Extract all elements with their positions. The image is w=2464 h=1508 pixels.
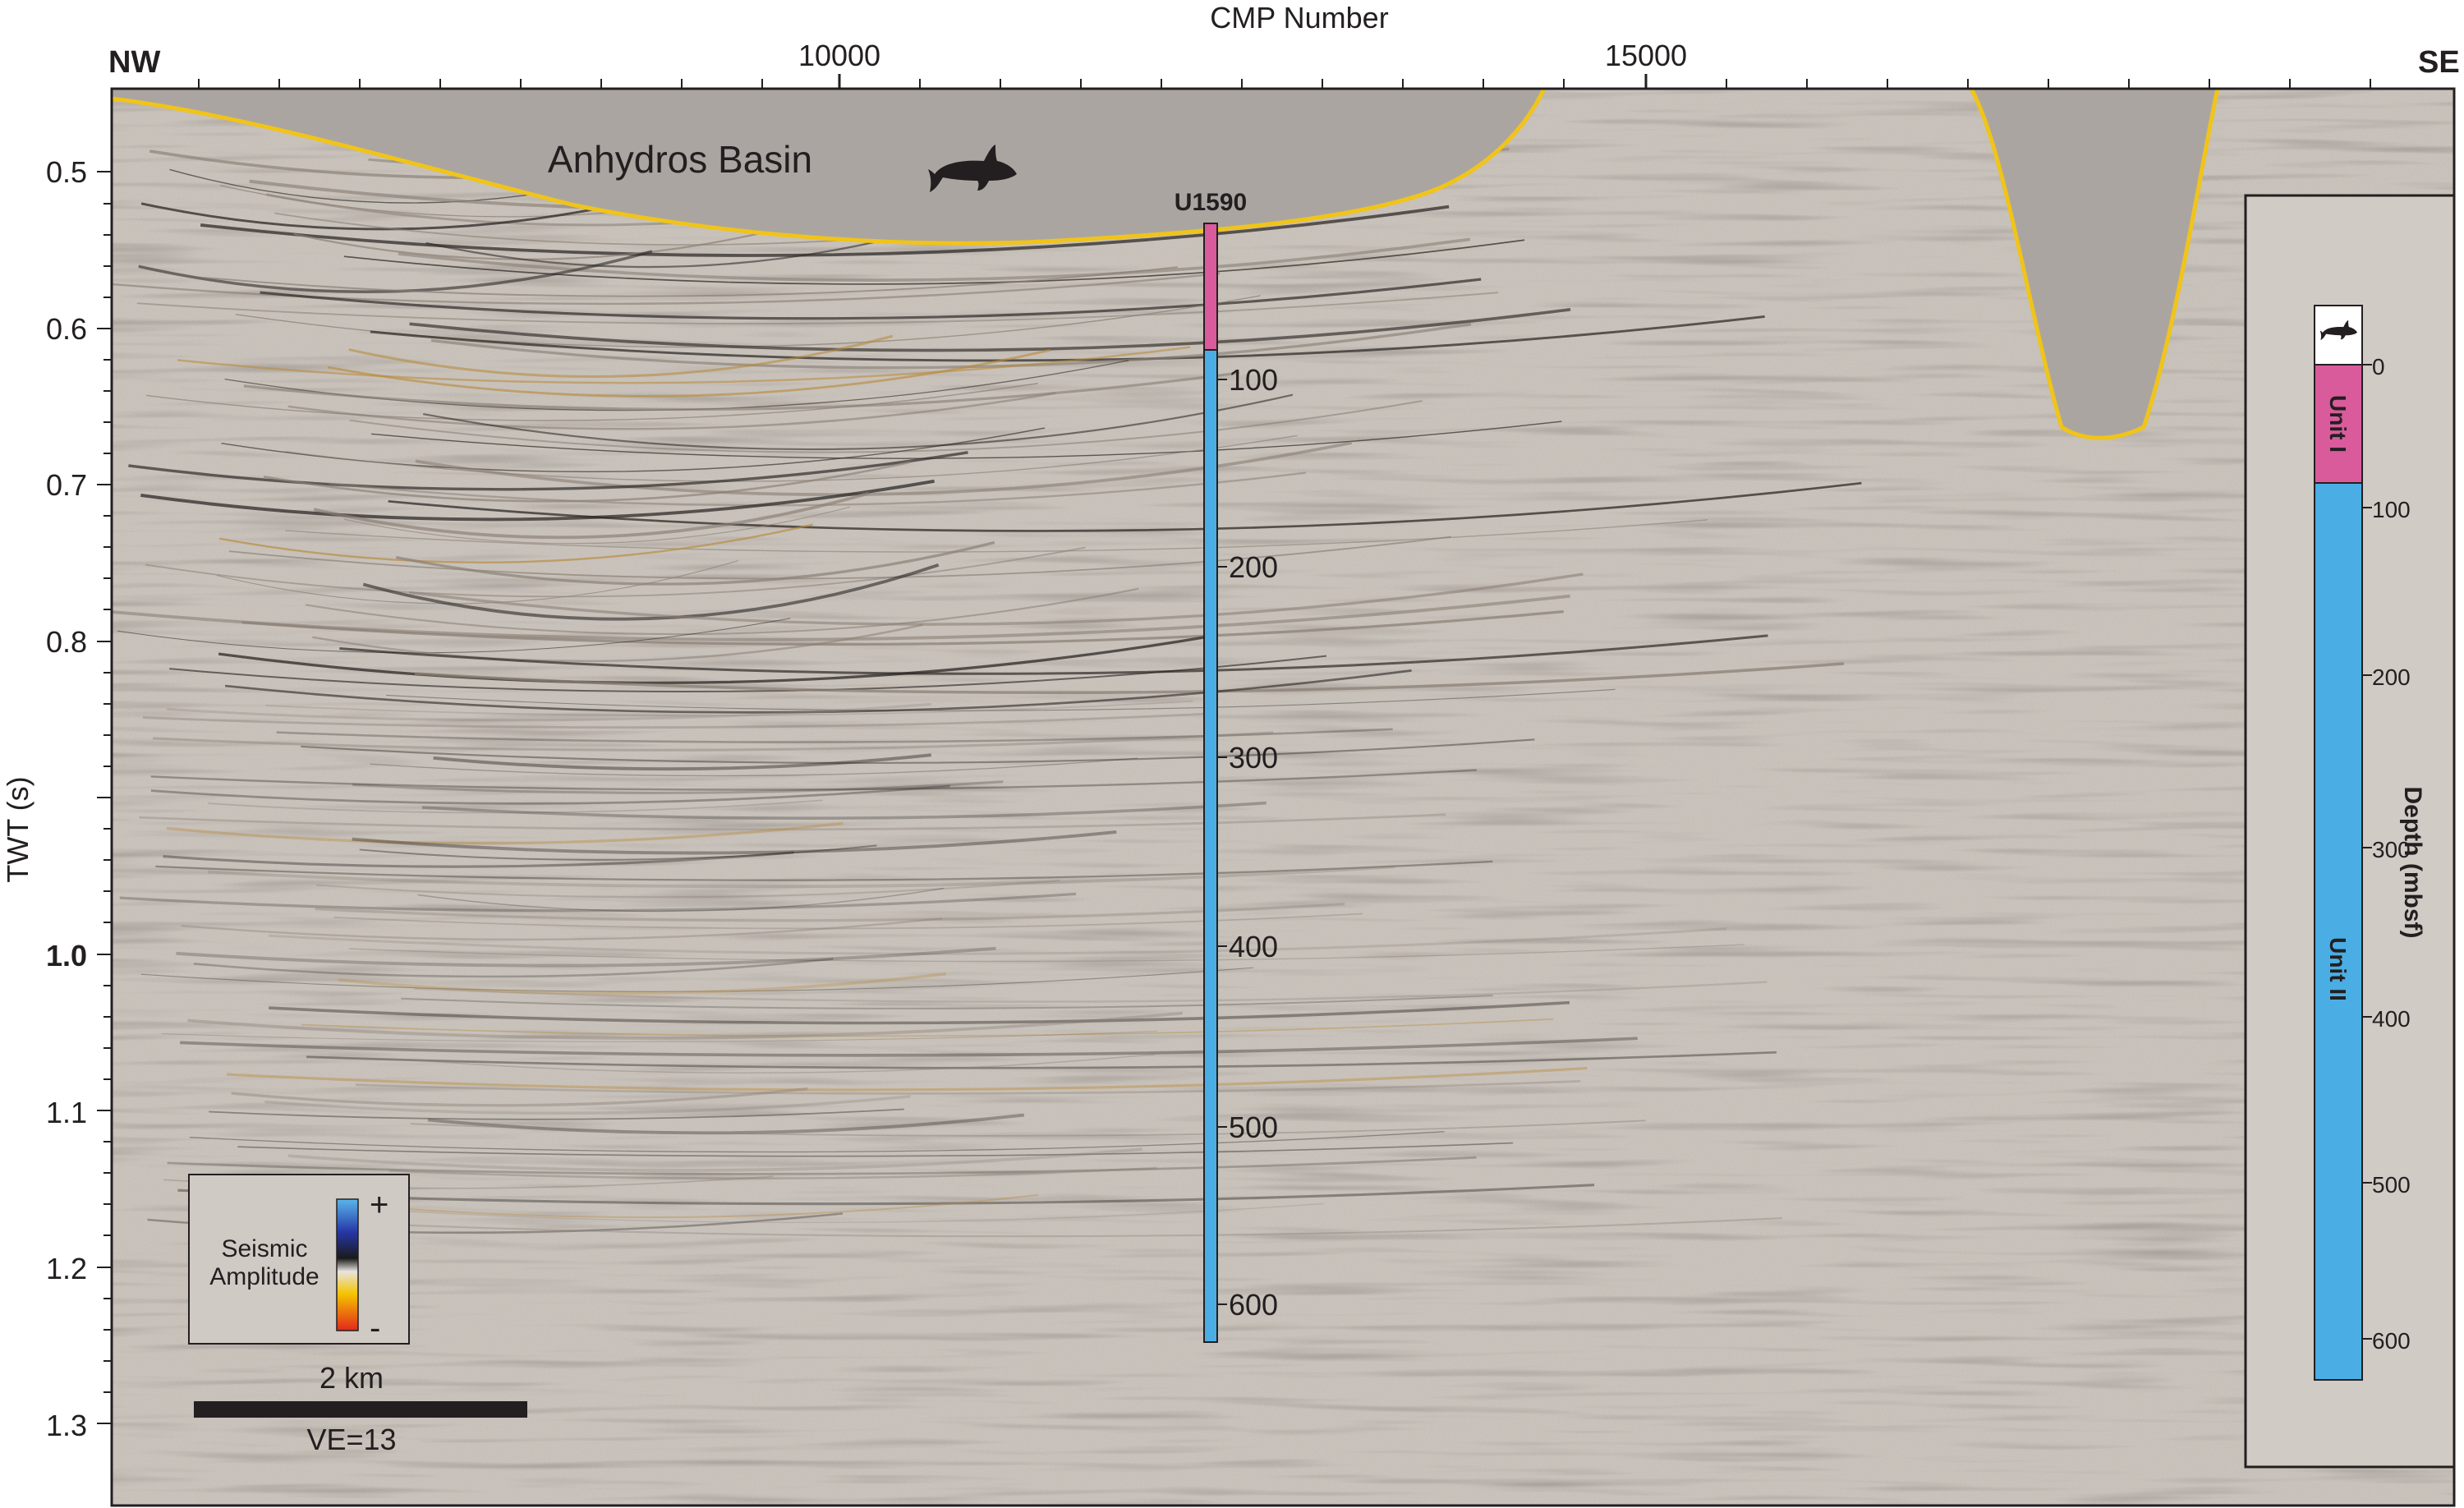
seismic-panel — [112, 89, 2454, 1506]
direction-right-label: SE — [2418, 45, 2460, 80]
y-axis-title: TWT (s) — [1, 776, 34, 882]
y-tick-label-0.6: 0.6 — [46, 312, 87, 346]
borehole-depth-500: 500 — [1229, 1110, 1278, 1144]
scale-bar-label: 2 km — [319, 1361, 384, 1395]
y-tick-label-1.1: 1.1 — [46, 1096, 87, 1129]
basin-label: Anhydros Basin — [548, 138, 812, 181]
y-tick-label-1.3: 1.3 — [46, 1409, 87, 1442]
inset-depth-400: 400 — [2372, 1006, 2411, 1032]
x-tick-label-10000: 10000 — [798, 39, 880, 72]
x-axis-ticks — [198, 74, 2371, 89]
vertical-exaggeration-label: VE=13 — [306, 1423, 396, 1456]
y-tick-label-0.8: 0.8 — [46, 625, 87, 659]
x-axis-title: CMP Number — [1210, 1, 1388, 34]
amplitude-colorbar — [336, 1198, 359, 1331]
borehole-unit-1 — [1203, 223, 1218, 351]
inset-depth-600: 600 — [2372, 1328, 2411, 1354]
inset-unit-2-label: Unit II — [2325, 937, 2351, 1001]
legend-title-line2: Amplitude — [209, 1263, 319, 1290]
y-tick-label-1.0: 1.0 — [46, 939, 87, 972]
x-tick-label-15000: 15000 — [1605, 39, 1687, 72]
legend-title-line1: Seismic — [221, 1235, 307, 1262]
borehole-depth-200: 200 — [1229, 550, 1278, 584]
y-tick-label-1.2: 1.2 — [46, 1252, 87, 1285]
inset-depth-0: 0 — [2372, 354, 2385, 379]
direction-left-label: NW — [108, 45, 160, 80]
lithology-inset: Unit I Unit II 0 100 200 300 400 500 600… — [2244, 194, 2456, 1469]
inset-depth-200: 200 — [2372, 664, 2411, 690]
borehole-depth-400: 400 — [1229, 930, 1278, 963]
borehole-depth-600: 600 — [1229, 1288, 1278, 1322]
scale-bar — [194, 1401, 527, 1418]
legend-minus: - — [370, 1310, 380, 1346]
borehole-depth-100: 100 — [1229, 363, 1278, 397]
y-axis-ticks — [97, 171, 112, 1424]
y-tick-label-0.7: 0.7 — [46, 468, 87, 502]
seismic-figure: CMP Number NW SE 10000 15000 TWT (s) 0.5… — [1, 1, 2460, 1507]
inset-unit-1-label: Unit I — [2325, 395, 2351, 453]
borehole-unit-2 — [1203, 349, 1218, 1343]
legend-plus: + — [370, 1187, 388, 1223]
inset-depth-500: 500 — [2372, 1172, 2411, 1198]
inset-depth-axis-title: Depth (mbsf) — [2399, 787, 2426, 939]
site-label: U1590 — [1175, 189, 1247, 216]
borehole-depth-300: 300 — [1229, 741, 1278, 775]
inset-depth-100: 100 — [2372, 497, 2411, 522]
amplitude-legend: Seismic Amplitude + - — [188, 1174, 410, 1346]
y-tick-label-0.5: 0.5 — [46, 155, 87, 189]
inset-unit-2 — [2314, 482, 2363, 1381]
